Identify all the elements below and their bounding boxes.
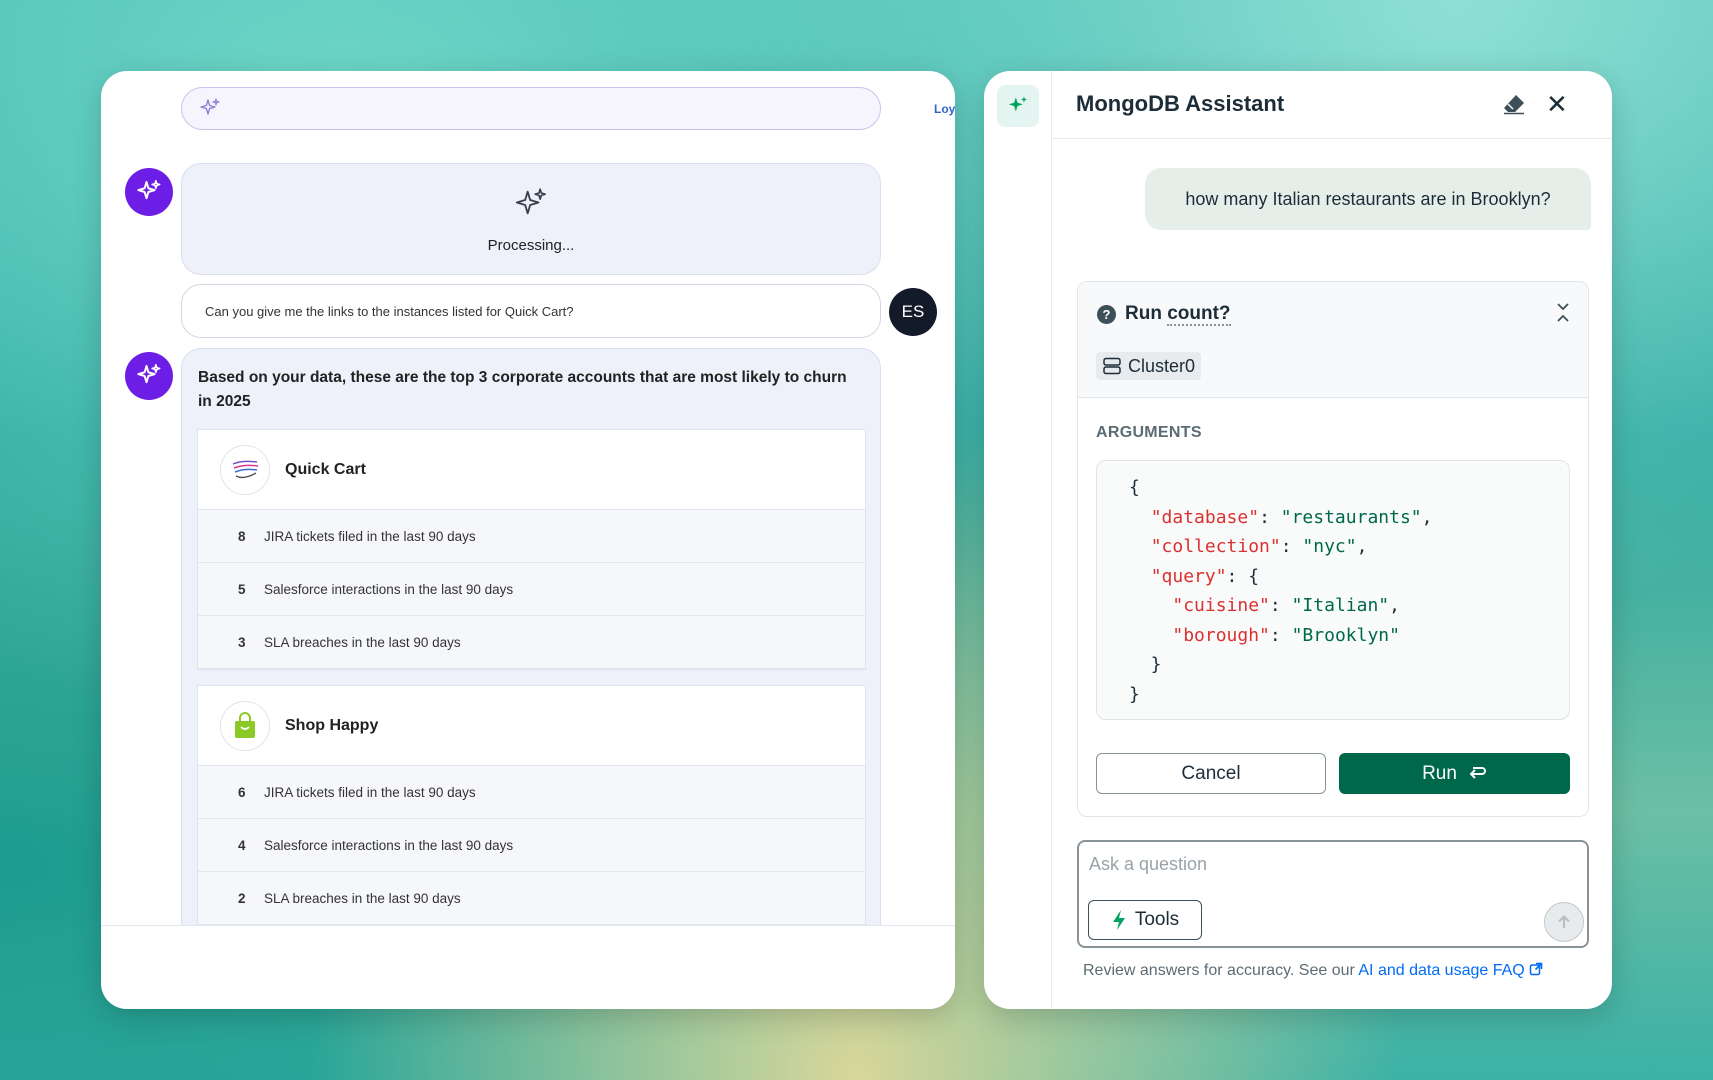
metric-label: Salesforce interactions in the last 90 d… xyxy=(264,837,514,853)
account-name: Quick Cart xyxy=(285,460,366,478)
ask-input[interactable] xyxy=(1089,854,1569,884)
metric-label: SLA breaches in the last 90 days xyxy=(264,634,461,650)
account-card: Shop Happy 6 JIRA tickets filed in the l… xyxy=(197,685,866,926)
lightning-icon xyxy=(1112,910,1125,930)
ai-search-bar[interactable] xyxy=(181,87,881,130)
user-avatar: ES xyxy=(889,288,937,336)
assistant-panel: MongoDB Assistant ✕ how many Italian res… xyxy=(984,71,1612,1009)
run-label: Run xyxy=(1422,762,1457,784)
arrow-up-icon xyxy=(1558,914,1570,928)
metric-row: 5 Salesforce interactions in the last 90… xyxy=(198,563,865,616)
sparkle-icon xyxy=(137,363,161,384)
user-message: Can you give me the links to the instanc… xyxy=(181,284,881,338)
shopping-bag-icon xyxy=(235,711,255,738)
metric-label: SLA breaches in the last 90 days xyxy=(264,890,461,906)
ask-input-box[interactable]: Tools xyxy=(1077,840,1589,948)
account-name: Shop Happy xyxy=(285,716,379,734)
arguments-label: ARGUMENTS xyxy=(1096,424,1202,441)
account-header: Quick Cart xyxy=(198,430,865,510)
tool-title-prefix: Run xyxy=(1125,303,1168,324)
assistant-rail-button[interactable] xyxy=(997,85,1039,127)
account-header: Shop Happy xyxy=(198,686,865,766)
account-card: Quick Cart 8 JIRA tickets filed in the l… xyxy=(197,429,866,670)
assistant-title: MongoDB Assistant xyxy=(1076,91,1285,116)
tool-name[interactable]: count? xyxy=(1167,303,1231,326)
metric-value: 6 xyxy=(238,784,246,800)
assistant-avatar xyxy=(125,168,173,216)
sparkle-icon xyxy=(137,179,161,200)
tools-button[interactable]: Tools xyxy=(1088,900,1202,940)
metric-row: 2 SLA breaches in the last 90 days xyxy=(198,872,865,925)
cluster-name: Cluster0 xyxy=(1128,355,1196,376)
search-input[interactable] xyxy=(230,99,830,118)
tool-card-header: ? Run count? Cluster0 xyxy=(1078,282,1588,398)
metric-value: 4 xyxy=(238,837,246,853)
eraser-icon[interactable] xyxy=(1502,93,1526,115)
truncated-link[interactable]: Loy xyxy=(934,102,955,116)
assistant-header: MongoDB Assistant ✕ xyxy=(1052,71,1612,139)
disclaimer: Review answers for accuracy. See our AI … xyxy=(1083,962,1543,980)
shop-happy-logo xyxy=(220,700,270,751)
faq-link-text: AI and data usage FAQ xyxy=(1358,962,1525,979)
metric-label: JIRA tickets filed in the last 90 days xyxy=(264,784,476,800)
assistant-avatar xyxy=(125,352,173,400)
chat-footer xyxy=(101,925,955,1009)
user-message: how many Italian restaurants are in Broo… xyxy=(1145,168,1591,230)
side-rail xyxy=(984,71,1052,1009)
disclaimer-text: Review answers for accuracy. See our xyxy=(1083,962,1359,979)
cancel-button[interactable]: Cancel xyxy=(1096,753,1326,794)
send-button[interactable] xyxy=(1544,902,1584,942)
metric-row: 6 JIRA tickets filed in the last 90 days xyxy=(198,766,865,819)
faq-link[interactable]: AI and data usage FAQ xyxy=(1358,962,1543,979)
close-icon[interactable]: ✕ xyxy=(1546,89,1568,120)
metric-value: 8 xyxy=(238,528,246,544)
arguments-code: { "database": "restaurants", "collection… xyxy=(1096,460,1570,720)
processing-label: Processing... xyxy=(487,236,575,254)
sparkle-icon xyxy=(200,97,220,115)
collapse-chevron-icon[interactable] xyxy=(1555,300,1571,326)
assistant-answer: Based on your data, these are the top 3 … xyxy=(181,348,881,948)
metric-label: JIRA tickets filed in the last 90 days xyxy=(264,528,476,544)
enter-return-icon xyxy=(1469,766,1486,779)
metric-label: Salesforce interactions in the last 90 d… xyxy=(264,581,514,597)
run-button[interactable]: Run xyxy=(1339,753,1570,794)
tools-label: Tools xyxy=(1134,909,1180,930)
quick-cart-logo xyxy=(220,444,270,495)
metric-row: 3 SLA breaches in the last 90 days xyxy=(198,616,865,669)
processing-card: Processing... xyxy=(181,163,881,275)
answer-text: Based on your data, these are the top 3 … xyxy=(198,369,847,410)
sparkle-icon xyxy=(1008,96,1028,112)
metric-row: 4 Salesforce interactions in the last 90… xyxy=(198,819,865,872)
tool-confirmation-card: ? Run count? Cluster0 ARGUMENTS { "datab… xyxy=(1077,281,1589,817)
cluster-chip: Cluster0 xyxy=(1096,352,1202,380)
metric-row: 8 JIRA tickets filed in the last 90 days xyxy=(198,510,865,563)
tool-title: Run count? xyxy=(1125,303,1231,326)
chat-panel: Loy Processing... Can you give me the li… xyxy=(101,71,955,1009)
cart-logo-icon xyxy=(232,460,259,478)
external-link-icon xyxy=(1529,962,1543,976)
metric-value: 3 xyxy=(238,634,246,650)
help-icon[interactable]: ? xyxy=(1097,305,1116,324)
database-server-icon xyxy=(1103,357,1121,375)
metric-value: 5 xyxy=(238,581,246,597)
metric-value: 2 xyxy=(238,890,246,906)
sparkle-icon xyxy=(515,187,546,214)
